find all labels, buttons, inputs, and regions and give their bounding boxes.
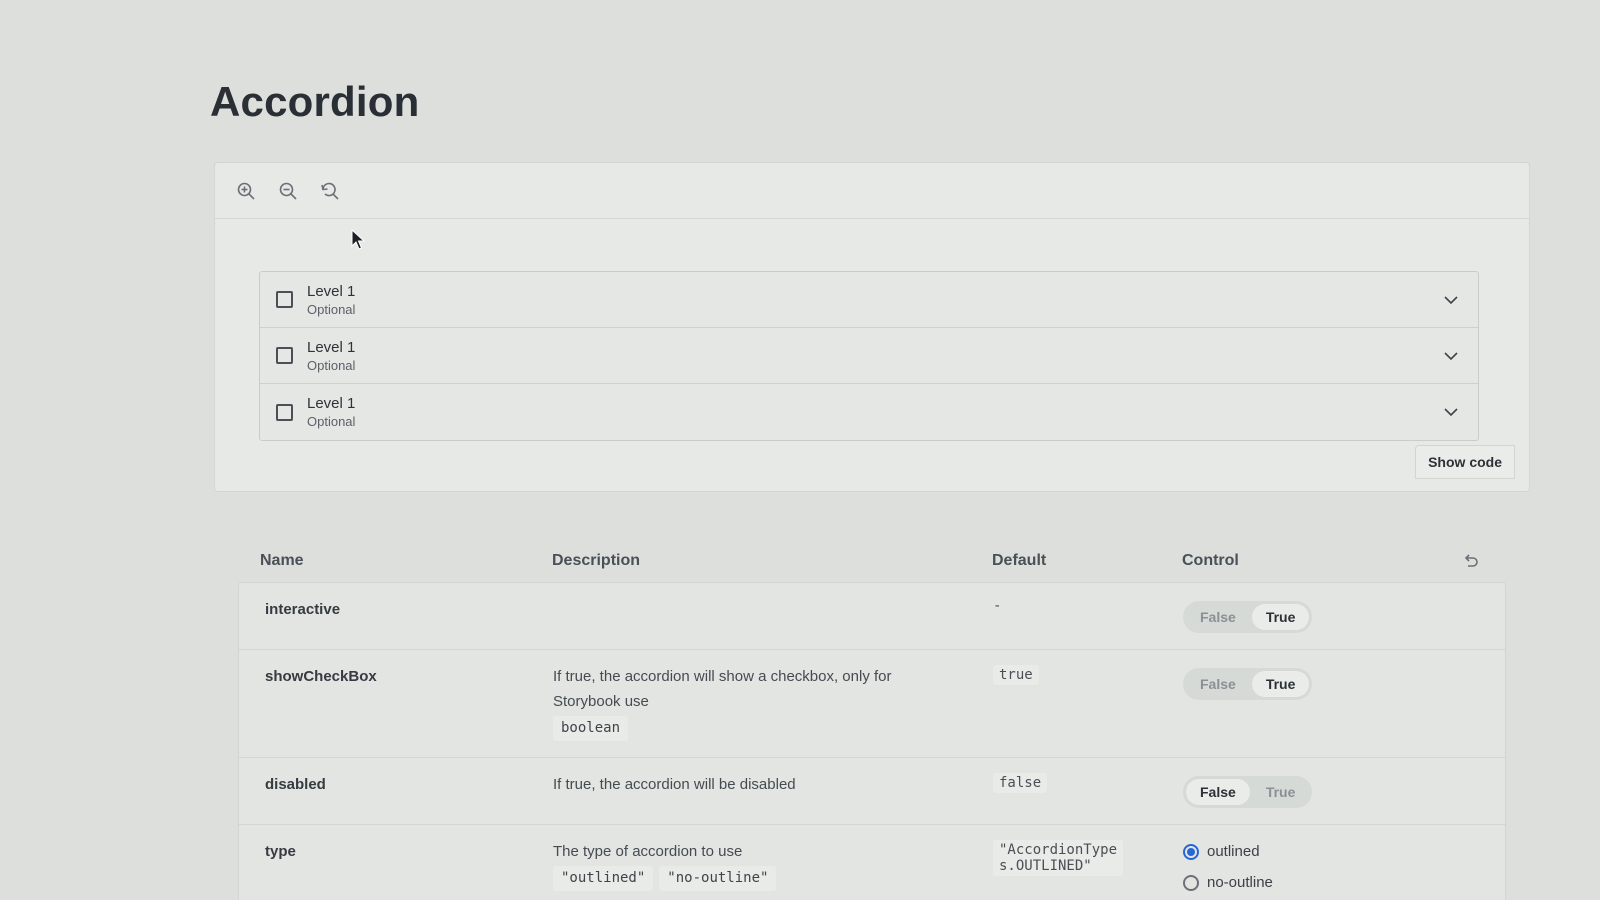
boolean-toggle: False True (1183, 601, 1313, 633)
accordion-item-text: Level 1 Optional (307, 338, 1442, 374)
table-row: type The type of accordion to use "outli… (239, 825, 1505, 900)
accordion-item-text: Level 1 Optional (307, 282, 1442, 318)
prop-control: outlined no-outline (1183, 843, 1505, 900)
prop-default: "AccordionTypes.OUTLINED" (993, 840, 1123, 876)
boolean-toggle: False True (1183, 776, 1313, 808)
zoom-out-button[interactable] (275, 178, 301, 204)
header-default: Default (992, 552, 1047, 569)
type-chip: "no-outline" (659, 866, 777, 891)
toggle-true-option[interactable]: True (1251, 671, 1310, 697)
table-row: interactive - False True (239, 583, 1505, 650)
toggle-false-option[interactable]: False (1186, 779, 1250, 805)
prop-description-cell: The type of accordion to use "outlined" "… (553, 839, 993, 900)
prop-control: False True (1183, 668, 1505, 741)
props-table-header: Name Description Default Control (238, 540, 1506, 582)
radio-option-no-outline[interactable]: no-outline (1183, 874, 1505, 891)
header-description: Description (552, 552, 641, 569)
accordion-item[interactable]: Level 1 Optional (260, 328, 1478, 384)
toggle-true-option[interactable]: True (1252, 779, 1310, 805)
page-title: Accordion (210, 78, 420, 125)
zoom-out-icon (279, 182, 297, 200)
reset-controls-icon[interactable] (1462, 552, 1480, 570)
radio-option-outlined[interactable]: outlined (1183, 843, 1505, 860)
radio-label: outlined (1207, 843, 1260, 860)
accordion: Level 1 Optional Level 1 Optional Level … (259, 271, 1479, 441)
prop-name: showCheckBox (265, 668, 377, 685)
accordion-item-text: Level 1 Optional (307, 394, 1442, 430)
accordion-checkbox[interactable] (276, 403, 293, 421)
toggle-true-option[interactable]: True (1251, 604, 1310, 630)
header-control: Control (1182, 552, 1239, 569)
prop-default: false (993, 773, 1048, 793)
table-row: disabled If true, the accordion will be … (239, 758, 1505, 825)
table-row: showCheckBox If true, the accordion will… (239, 650, 1505, 758)
prop-control: False True (1183, 776, 1505, 808)
prop-name: disabled (265, 776, 326, 793)
type-chip: "outlined" (553, 866, 654, 891)
zoom-in-button[interactable] (233, 178, 259, 204)
type-chip: boolean (553, 716, 629, 741)
prop-control: False True (1183, 601, 1505, 633)
prop-description-cell: If true, the accordion will show a check… (553, 664, 993, 741)
accordion-item-title: Level 1 (307, 395, 356, 412)
props-table: Name Description Default Control interac… (238, 540, 1506, 900)
accordion-item-title: Level 1 (307, 282, 356, 300)
prop-description (553, 597, 993, 633)
accordion-item-title: Level 1 (307, 338, 356, 356)
story-canvas: Level 1 Optional Level 1 Optional Level … (214, 162, 1530, 492)
toggle-false-option[interactable]: False (1186, 604, 1250, 630)
accordion-item-subtitle: Optional (307, 301, 356, 317)
prop-description: If true, the accordion will be disabled (553, 776, 796, 793)
accordion-item[interactable]: Level 1 Optional (260, 272, 1478, 328)
prop-default-cell: "AccordionTypes.OUTLINED" (993, 840, 1183, 900)
accordion-item-subtitle: Optional (307, 357, 356, 373)
canvas-toolbar (215, 163, 1529, 219)
prop-default: true (993, 665, 1039, 685)
accordion-checkbox[interactable] (276, 347, 293, 364)
zoom-in-icon (237, 182, 255, 200)
radio-label: no-outline (1207, 874, 1273, 891)
prop-default-cell: true (993, 665, 1183, 741)
prop-description: If true, the accordion will show a check… (553, 668, 892, 710)
accordion-item-subtitle: Optional (307, 414, 356, 429)
chevron-down-icon[interactable] (1442, 347, 1460, 365)
prop-name: type (265, 843, 296, 860)
prop-default-cell: false (993, 773, 1183, 808)
boolean-toggle: False True (1183, 668, 1313, 700)
prop-description: The type of accordion to use (553, 843, 743, 860)
toggle-false-option[interactable]: False (1186, 671, 1250, 697)
reset-zoom-button[interactable] (317, 178, 343, 204)
radio-button[interactable] (1183, 874, 1199, 891)
accordion-checkbox[interactable] (276, 291, 293, 308)
accordion-item[interactable]: Level 1 Optional (260, 384, 1478, 440)
show-code-button[interactable]: Show code (1415, 445, 1515, 479)
prop-name: interactive (265, 601, 341, 618)
props-table-body: interactive - False True showCheckBox If… (238, 582, 1506, 900)
chevron-down-icon[interactable] (1442, 291, 1460, 309)
header-name: Name (260, 552, 304, 569)
mouse-cursor-icon (351, 229, 365, 250)
prop-default: - (993, 598, 1002, 614)
radio-button[interactable] (1183, 843, 1199, 860)
reset-zoom-icon (321, 182, 339, 200)
chevron-down-icon[interactable] (1442, 403, 1460, 421)
